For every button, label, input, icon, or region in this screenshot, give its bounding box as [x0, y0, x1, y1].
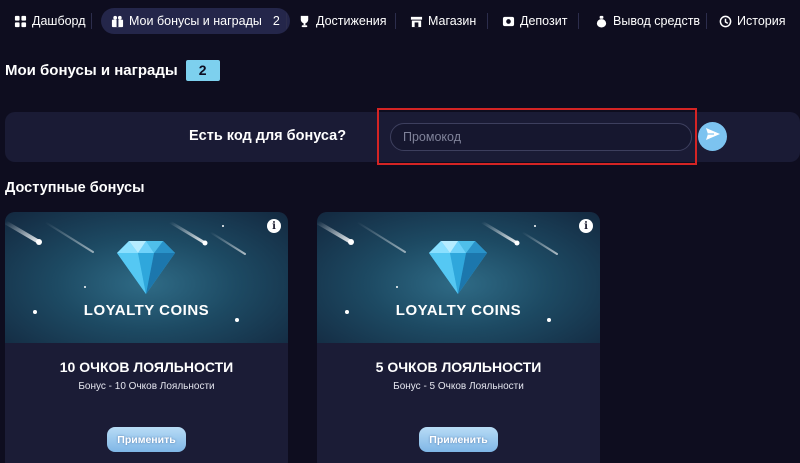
nav-divider	[706, 13, 707, 29]
loyalty-coins-banner: LOYALTY COINS i	[317, 212, 600, 343]
nav-label: Депозит	[520, 14, 568, 28]
diamond-image	[5, 220, 246, 322]
bonus-count-badge: 2	[185, 59, 220, 81]
nav-divider	[395, 13, 396, 29]
hero-text: LOYALTY COINS	[395, 302, 522, 319]
deposit-icon	[502, 15, 515, 28]
nav-item-dashboard[interactable]: Дашборд	[14, 8, 86, 34]
gift-icon	[111, 15, 124, 28]
promo-submit-button[interactable]	[698, 122, 727, 151]
nav-item-history[interactable]: История	[719, 8, 785, 34]
apply-button[interactable]: Применить	[419, 427, 498, 452]
nav-item-store[interactable]: Магазин	[410, 8, 476, 34]
apply-button[interactable]: Применить	[107, 427, 186, 452]
nav-label: Вывод средств	[613, 14, 701, 28]
card-subtitle: Бонус - 5 Очков Лояльности	[393, 381, 524, 392]
info-icon[interactable]: i	[579, 219, 593, 233]
nav-item-achievements[interactable]: Достижения	[298, 8, 386, 34]
nav-label: Достижения	[316, 14, 387, 28]
card-subtitle: Бонус - 10 Очков Лояльности	[78, 381, 215, 392]
top-nav: Дашборд Мои бонусы и награды 2 Достижени…	[0, 0, 800, 42]
loyalty-coins-banner: LOYALTY COINS i	[5, 212, 288, 343]
card-title: 10 ОЧКОВ ЛОЯЛЬНОСТИ	[59, 359, 234, 375]
bonus-card: LOYALTY COINS i 10 ОЧКОВ ЛОЯЛЬНОСТИ Бону…	[5, 212, 288, 463]
nav-divider	[286, 13, 287, 29]
nav-label: Магазин	[428, 14, 477, 28]
page-header: Мои бонусы и награды 2	[5, 59, 220, 81]
nav-label: Дашборд	[32, 14, 86, 28]
promo-code-input[interactable]	[390, 123, 692, 151]
card-title: 5 ОЧКОВ ЛОЯЛЬНОСТИ	[375, 359, 542, 375]
store-icon	[410, 15, 423, 28]
moneybag-icon	[595, 15, 608, 28]
nav-item-deposit[interactable]: Депозит	[502, 8, 567, 34]
promo-label: Есть код для бонуса?	[189, 128, 347, 144]
diamond-image	[317, 220, 558, 322]
nav-count-badge: 2	[272, 14, 280, 28]
send-icon	[705, 126, 721, 147]
nav-divider	[91, 13, 92, 29]
bonus-card: LOYALTY COINS i 5 ОЧКОВ ЛОЯЛЬНОСТИ Бонус…	[317, 212, 600, 463]
hero-text: LOYALTY COINS	[83, 302, 210, 319]
dashboard-icon	[14, 15, 27, 28]
page-title: Мои бонусы и награды	[5, 61, 178, 79]
nav-label: Мои бонусы и награды	[129, 14, 262, 28]
nav-label: История	[737, 14, 786, 28]
info-icon[interactable]: i	[267, 219, 281, 233]
nav-divider	[578, 13, 579, 29]
trophy-icon	[298, 15, 311, 28]
available-bonuses-title: Доступные бонусы	[5, 180, 145, 196]
history-icon	[719, 15, 732, 28]
nav-item-withdrawal[interactable]: Вывод средств	[595, 8, 700, 34]
nav-divider	[487, 13, 488, 29]
nav-item-bonuses[interactable]: Мои бонусы и награды 2	[101, 8, 290, 34]
